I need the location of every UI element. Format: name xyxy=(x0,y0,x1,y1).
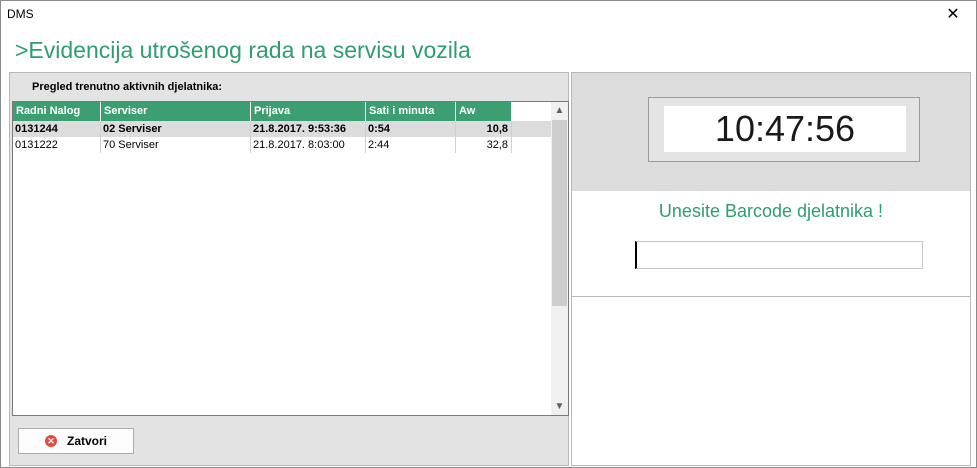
cell-radni-nalog: 0131244 xyxy=(13,121,101,137)
cell-sati-i-minuta: 0:54 xyxy=(366,121,456,137)
cell-sati-i-minuta: 2:44 xyxy=(366,137,456,153)
column-header-serviser[interactable]: Serviser xyxy=(101,102,251,121)
panel-caption: Pregled trenutno aktivnih djelatnika: xyxy=(32,81,223,93)
divider xyxy=(572,296,970,297)
table-row[interactable]: 0131244 02 Serviser 21.8.2017. 9:53:36 0… xyxy=(13,121,552,137)
cell-aw: 32,8 xyxy=(456,137,512,153)
cell-serviser: 02 Serviser xyxy=(101,121,251,137)
column-header-sati-i-minuta[interactable]: Sati i minuta xyxy=(366,102,456,121)
workers-grid: Radni Nalog Serviser Prijava Sati i minu… xyxy=(12,101,569,416)
close-icon: ✕ xyxy=(44,435,57,447)
table-row[interactable]: 0131222 70 Serviser 21.8.2017. 8:03:00 2… xyxy=(13,137,552,153)
cell-aw: 10,8 xyxy=(456,121,512,137)
title-bar: DMS ✕ xyxy=(1,1,976,29)
clock-display: 10:47:56 xyxy=(664,106,906,152)
column-header-prijava[interactable]: Prijava xyxy=(251,102,366,121)
main-window: DMS ✕ >Evidencija utrošenog rada na serv… xyxy=(0,0,977,468)
scroll-down-icon[interactable]: ▼ xyxy=(551,398,568,415)
vertical-scrollbar[interactable]: ▲ ▼ xyxy=(551,102,568,415)
scroll-up-icon[interactable]: ▲ xyxy=(551,102,568,119)
window-close-button[interactable]: ✕ xyxy=(930,1,976,29)
column-header-aw[interactable]: Aw xyxy=(456,102,512,121)
clock-area: 10:47:56 xyxy=(572,73,970,191)
scrollbar-thumb[interactable] xyxy=(552,120,567,306)
barcode-panel: 10:47:56 Unesite Barcode djelatnika ! xyxy=(571,72,971,466)
active-workers-panel: Pregled trenutno aktivnih djelatnika: Ra… xyxy=(9,72,569,466)
barcode-input[interactable] xyxy=(635,241,923,269)
close-button-label: Zatvori xyxy=(66,434,107,448)
clock-frame: 10:47:56 xyxy=(648,97,920,162)
cell-radni-nalog: 0131222 xyxy=(13,137,101,153)
window-title: DMS xyxy=(7,7,34,21)
page-title: >Evidencija utrošenog rada na servisu vo… xyxy=(15,37,471,63)
column-header-radni-nalog[interactable]: Radni Nalog xyxy=(13,102,101,121)
cell-prijava: 21.8.2017. 8:03:00 xyxy=(251,137,366,153)
barcode-prompt: Unesite Barcode djelatnika ! xyxy=(658,201,884,221)
grid-rows: 0131244 02 Serviser 21.8.2017. 9:53:36 0… xyxy=(13,121,552,153)
cell-serviser: 70 Serviser xyxy=(101,137,251,153)
grid-header: Radni Nalog Serviser Prijava Sati i minu… xyxy=(13,102,512,121)
cell-prijava: 21.8.2017. 9:53:36 xyxy=(251,121,366,137)
close-button[interactable]: ✕ Zatvori xyxy=(18,428,134,454)
